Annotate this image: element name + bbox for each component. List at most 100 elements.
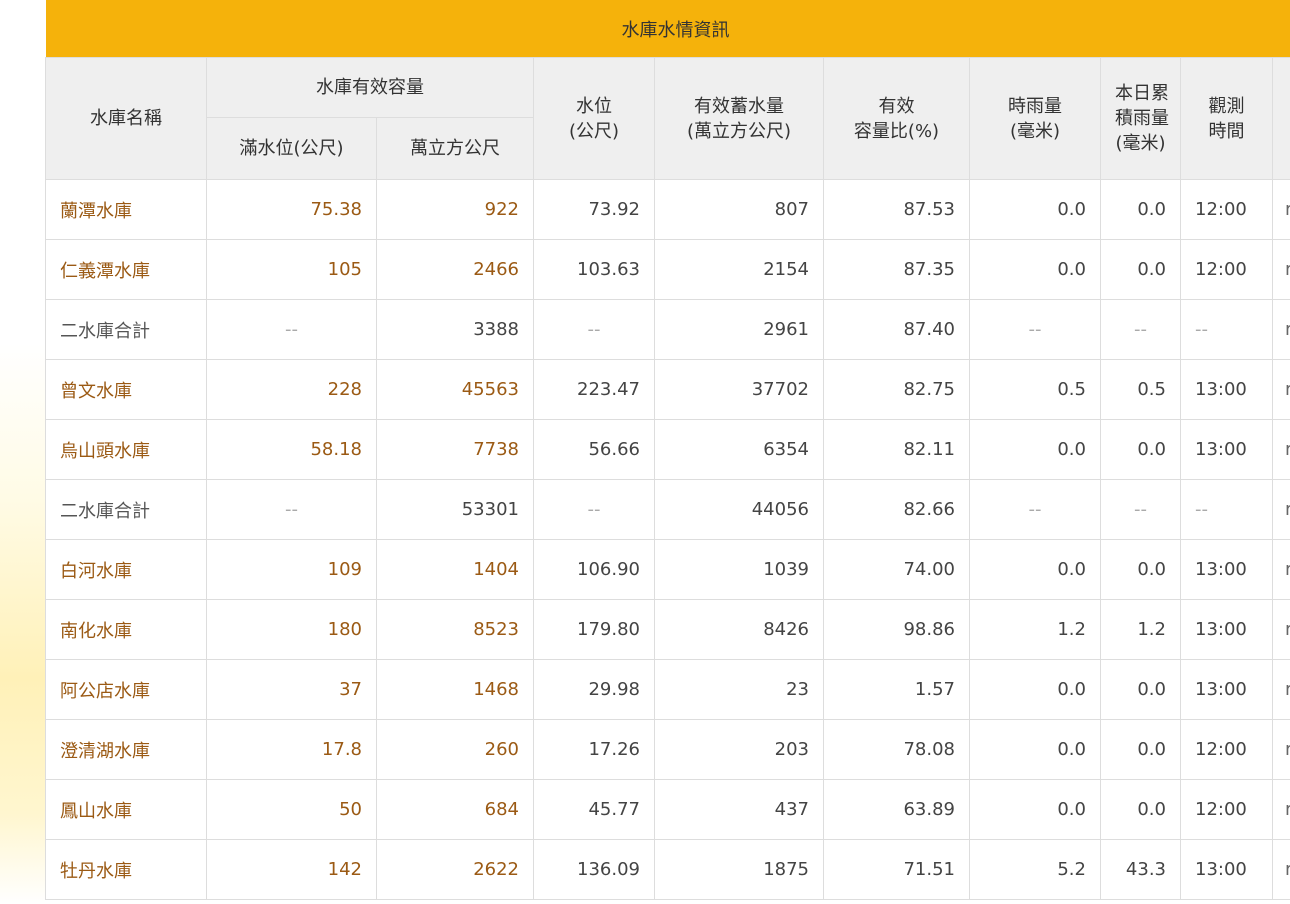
observation-time-cell: 13:00 xyxy=(1180,419,1273,480)
full-level-cell: 37 xyxy=(206,659,377,720)
capacity-cell: 2622 xyxy=(376,839,534,900)
observation-time-cell: 12:00 xyxy=(1180,779,1273,840)
clipped-cell: r xyxy=(1271,719,1290,780)
capacity-cell: 260 xyxy=(376,719,534,780)
water-level-cell: 179.80 xyxy=(533,599,655,660)
effective-storage-cell: 1039 xyxy=(654,539,824,600)
reservoir-name-cell[interactable]: 白河水庫 xyxy=(45,539,207,600)
water-level-cell: 103.63 xyxy=(533,239,655,300)
daily-rain-cell: 0.0 xyxy=(1100,419,1181,480)
table-row: 仁義潭水庫1052466103.63215487.350.00.012:00r xyxy=(45,239,1290,300)
effective-storage-cell: 44056 xyxy=(654,479,824,540)
observation-time-cell: 12:00 xyxy=(1180,239,1273,300)
hourly-rain-cell: 0.0 xyxy=(969,239,1101,300)
effective-storage-cell: 37702 xyxy=(654,359,824,420)
observation-time-cell: 13:00 xyxy=(1180,839,1273,900)
capacity-cell: 53301 xyxy=(376,479,534,540)
daily-rain-cell: 0.5 xyxy=(1100,359,1181,420)
daily-rain-cell: 0.0 xyxy=(1100,719,1181,780)
table-row: 二水庫合計--53301--4405682.66------r xyxy=(45,479,1290,540)
reservoir-table: 水庫水情資訊 水庫名稱 水庫有效容量 水位 (公尺) 有效蓄水量 (萬立方公尺) 有… xyxy=(45,0,1290,900)
reservoir-name-cell[interactable]: 牡丹水庫 xyxy=(45,839,207,900)
reservoir-name-cell[interactable]: 烏山頭水庫 xyxy=(45,419,207,480)
daily-rain-cell: 0.0 xyxy=(1100,659,1181,720)
clipped-cell: r xyxy=(1271,779,1290,840)
header-capacity-10k-m3: 萬立方公尺 xyxy=(376,117,534,180)
hourly-rain-cell: -- xyxy=(969,299,1101,360)
table-row: 烏山頭水庫58.18773856.66635482.110.00.013:00r xyxy=(45,419,1290,480)
reservoir-name-cell[interactable]: 蘭潭水庫 xyxy=(45,179,207,240)
capacity-ratio-cell: 87.40 xyxy=(823,299,970,360)
water-level-cell: 136.09 xyxy=(533,839,655,900)
reservoir-name-cell[interactable]: 阿公店水庫 xyxy=(45,659,207,720)
header-effective-storage: 有效蓄水量 (萬立方公尺) xyxy=(654,57,824,180)
observation-time-cell: 13:00 xyxy=(1180,359,1273,420)
daily-rain-cell: -- xyxy=(1100,299,1181,360)
header-reservoir-name: 水庫名稱 xyxy=(45,57,207,180)
effective-storage-cell: 23 xyxy=(654,659,824,720)
table-row: 鳳山水庫5068445.7743763.890.00.012:00r xyxy=(45,779,1290,840)
full-level-cell: 105 xyxy=(206,239,377,300)
full-level-cell: -- xyxy=(206,299,377,360)
header-full-level: 滿水位(公尺) xyxy=(206,117,377,180)
capacity-ratio-cell: 87.53 xyxy=(823,179,970,240)
water-level-cell: 223.47 xyxy=(533,359,655,420)
clipped-cell: r xyxy=(1271,599,1290,660)
reservoir-name-cell: 二水庫合計 xyxy=(45,299,207,360)
water-level-cell: 106.90 xyxy=(533,539,655,600)
observation-time-cell: 12:00 xyxy=(1180,719,1273,780)
header-capacity-ratio: 有效 容量比(%) xyxy=(823,57,970,180)
capacity-ratio-cell: 98.86 xyxy=(823,599,970,660)
water-level-cell: 56.66 xyxy=(533,419,655,480)
daily-rain-cell: -- xyxy=(1100,479,1181,540)
observation-time-cell: -- xyxy=(1180,299,1273,360)
daily-rain-cell: 43.3 xyxy=(1100,839,1181,900)
effective-storage-cell: 1875 xyxy=(654,839,824,900)
daily-rain-cell: 0.0 xyxy=(1100,179,1181,240)
reservoir-name-cell[interactable]: 曾文水庫 xyxy=(45,359,207,420)
capacity-ratio-cell: 82.11 xyxy=(823,419,970,480)
full-level-cell: 75.38 xyxy=(206,179,377,240)
capacity-cell: 1404 xyxy=(376,539,534,600)
reservoir-name-cell[interactable]: 仁義潭水庫 xyxy=(45,239,207,300)
daily-rain-cell: 1.2 xyxy=(1100,599,1181,660)
reservoir-name-cell: 二水庫合計 xyxy=(45,479,207,540)
daily-rain-cell: 0.0 xyxy=(1100,539,1181,600)
hourly-rain-cell: 0.0 xyxy=(969,179,1101,240)
full-level-cell: 109 xyxy=(206,539,377,600)
table-row: 牡丹水庫1422622136.09187571.515.243.313:00r xyxy=(45,839,1290,900)
observation-time-cell: -- xyxy=(1180,479,1273,540)
capacity-cell: 7738 xyxy=(376,419,534,480)
table-row: 南化水庫1808523179.80842698.861.21.213:00r xyxy=(45,599,1290,660)
header-water-level: 水位 (公尺) xyxy=(533,57,655,180)
hourly-rain-cell: 0.0 xyxy=(969,539,1101,600)
table-row: 白河水庫1091404106.90103974.000.00.013:00r xyxy=(45,539,1290,600)
clipped-cell: r xyxy=(1271,179,1290,240)
full-level-cell: 58.18 xyxy=(206,419,377,480)
reservoir-name-cell[interactable]: 澄清湖水庫 xyxy=(45,719,207,780)
reservoir-name-cell[interactable]: 南化水庫 xyxy=(45,599,207,660)
left-background-glow xyxy=(0,0,45,904)
clipped-cell: r xyxy=(1271,659,1290,720)
observation-time-cell: 13:00 xyxy=(1180,539,1273,600)
header-clipped-column xyxy=(1271,57,1290,180)
effective-storage-cell: 6354 xyxy=(654,419,824,480)
header-effective-capacity: 水庫有效容量 xyxy=(206,57,534,118)
observation-time-cell: 13:00 xyxy=(1180,599,1273,660)
hourly-rain-cell: 0.0 xyxy=(969,719,1101,780)
header-observation-time: 觀測 時間 xyxy=(1180,57,1273,180)
full-level-cell: 17.8 xyxy=(206,719,377,780)
page: 水庫水情資訊 水庫名稱 水庫有效容量 水位 (公尺) 有效蓄水量 (萬立方公尺) 有… xyxy=(0,0,1290,904)
water-level-cell: 29.98 xyxy=(533,659,655,720)
capacity-ratio-cell: 82.66 xyxy=(823,479,970,540)
clipped-cell: r xyxy=(1271,239,1290,300)
observation-time-cell: 13:00 xyxy=(1180,659,1273,720)
full-level-cell: 228 xyxy=(206,359,377,420)
reservoir-name-cell[interactable]: 鳳山水庫 xyxy=(45,779,207,840)
effective-storage-cell: 8426 xyxy=(654,599,824,660)
capacity-ratio-cell: 74.00 xyxy=(823,539,970,600)
hourly-rain-cell: 0.5 xyxy=(969,359,1101,420)
hourly-rain-cell: 5.2 xyxy=(969,839,1101,900)
full-level-cell: -- xyxy=(206,479,377,540)
water-level-cell: -- xyxy=(533,479,655,540)
